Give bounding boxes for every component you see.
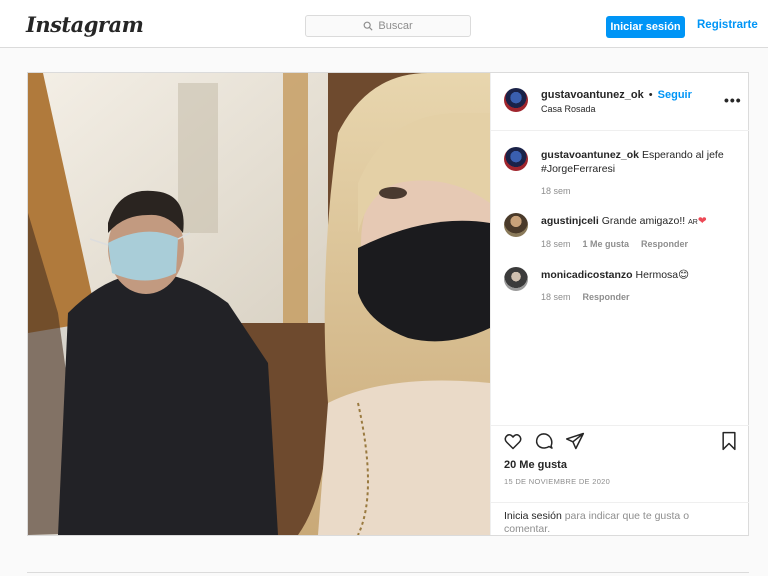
register-link[interactable]: Registrarte [697, 19, 758, 31]
caption: gustavoantunez_ok Esperando al jefe #Jor… [541, 148, 724, 176]
post-image [28, 73, 490, 535]
follow-button[interactable]: Seguir [658, 89, 692, 101]
login-link[interactable]: Inicia sesión [504, 510, 562, 522]
divider [27, 572, 749, 573]
caption-meta: 18 sem [541, 186, 571, 196]
comment-text: Hermosa [635, 269, 679, 281]
caption-time[interactable]: 18 sem [541, 186, 571, 196]
more-options-icon[interactable]: ••• [724, 92, 742, 108]
flag-emoji: AR [688, 219, 698, 226]
comment-icon[interactable] [534, 431, 554, 451]
reply-button[interactable]: Responder [641, 239, 688, 249]
comment-text: Grande amigazo!! [601, 215, 689, 227]
comment-time[interactable]: 18 sem [541, 239, 571, 249]
comment-time[interactable]: 18 sem [541, 292, 571, 302]
like-count[interactable]: 20 Me gusta [504, 459, 567, 471]
author-username[interactable]: gustavoantunez_ok [541, 89, 644, 101]
post-location[interactable]: Casa Rosada [541, 104, 596, 114]
instagram-logo[interactable]: Instagram [26, 12, 144, 37]
comment-meta: 18 sem 1 Me gusta Responder [541, 239, 688, 249]
comment: agustinjceli Grande amigazo!! AR❤ [541, 214, 707, 230]
login-prompt-text: para indicar que te gusta o [561, 510, 690, 522]
comment-username[interactable]: monicadicostanzo [541, 269, 633, 281]
comment-avatar[interactable] [504, 267, 528, 291]
heart-emoji: ❤ [697, 215, 707, 227]
comment-username[interactable]: agustinjceli [541, 215, 599, 227]
comment-likes[interactable]: 1 Me gusta [583, 239, 630, 249]
separator-dot: • [645, 89, 656, 101]
login-prompt-text-2: comentar. [504, 523, 551, 535]
post-card: gustavoantunez_ok • Seguir Casa Rosada •… [27, 72, 749, 536]
search-input[interactable]: Buscar [305, 15, 471, 37]
caption-text: Esperando al jefe [641, 149, 724, 161]
avatar[interactable] [504, 88, 528, 112]
caption-avatar[interactable] [504, 147, 528, 171]
caption-hashtag[interactable]: #JorgeFerraresi [541, 163, 615, 175]
caption-username[interactable]: gustavoantunez_ok [541, 149, 639, 161]
post-header: gustavoantunez_ok • Seguir Casa Rosada •… [491, 73, 749, 131]
post-photo[interactable] [28, 73, 490, 535]
post-sidebar: gustavoantunez_ok • Seguir Casa Rosada •… [490, 73, 749, 535]
smile-emoji: 😊 [678, 269, 690, 281]
bookmark-icon[interactable] [720, 431, 738, 451]
comment-avatar[interactable] [504, 213, 528, 237]
author-line: gustavoantunez_ok • Seguir [541, 89, 692, 101]
share-icon[interactable] [565, 431, 585, 451]
post-date[interactable]: 15 DE NOVIEMBRE DE 2020 [504, 477, 610, 486]
top-navbar: Instagram Buscar Iniciar sesión Registra… [0, 0, 768, 48]
heart-icon[interactable] [503, 431, 523, 451]
search-icon [363, 21, 373, 31]
post-actions: 20 Me gusta 15 DE NOVIEMBRE DE 2020 Inic… [491, 425, 749, 535]
reply-button[interactable]: Responder [583, 292, 630, 302]
comment-meta: 18 sem Responder [541, 292, 630, 302]
search-placeholder: Buscar [378, 20, 413, 32]
login-button[interactable]: Iniciar sesión [606, 16, 685, 38]
login-prompt: Inicia sesión para indicar que te gusta … [491, 502, 749, 536]
comment: monicadicostanzo Hermosa😊 [541, 268, 689, 282]
